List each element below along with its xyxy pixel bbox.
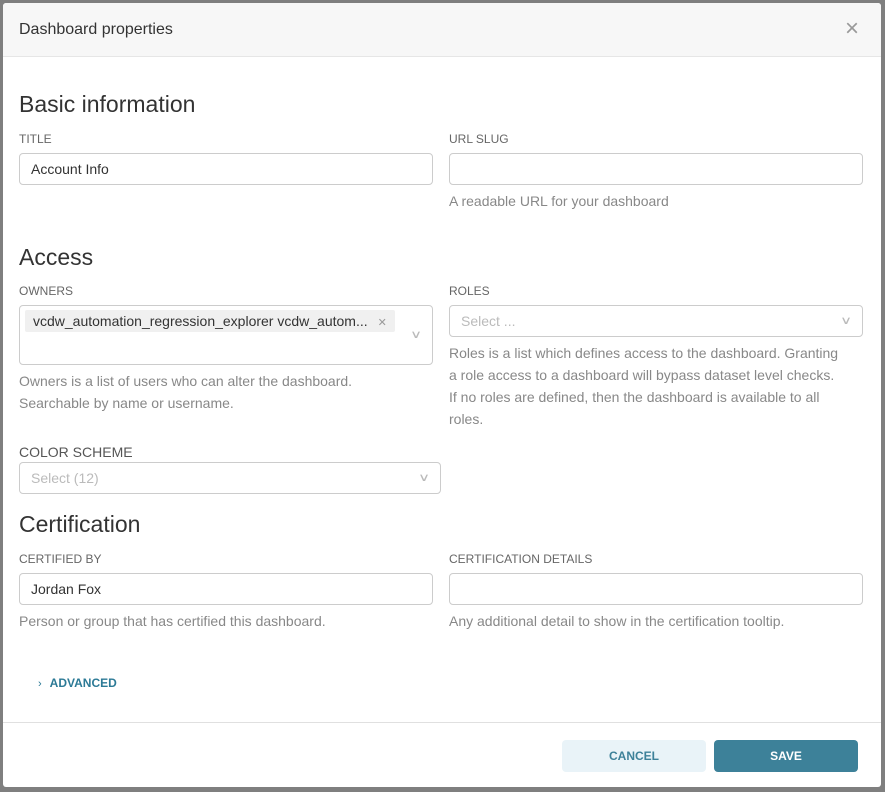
dashboard-properties-modal: Dashboard properties × Basic information…	[3, 3, 881, 787]
certification-details-label: CERTIFICATION DETAILS	[449, 552, 593, 566]
owners-help-line: Searchable by name or username.	[19, 395, 234, 411]
owners-help-line: Owners is a list of users who can alter …	[19, 373, 353, 389]
roles-help: Roles is a list which defines access to …	[449, 342, 838, 430]
chevron-down-icon: ∨	[417, 472, 431, 484]
certification-details-input[interactable]	[449, 573, 863, 605]
section-access: Access	[19, 244, 94, 270]
url-slug-label: URL SLUG	[449, 132, 509, 146]
remove-owner-icon[interactable]: ✕	[378, 317, 387, 329]
section-certification: Certification	[19, 511, 141, 537]
modal-header: Dashboard properties ×	[3, 3, 881, 57]
roles-select[interactable]: Select ... ∨	[449, 305, 863, 337]
certified-by-label: CERTIFIED BY	[19, 552, 102, 566]
roles-help-line: Roles is a list which defines access to …	[449, 345, 839, 361]
owner-tag: vcdw_automation_regression_explorer vcdw…	[25, 310, 395, 332]
cancel-button[interactable]: CANCEL	[562, 740, 706, 772]
certified-by-help: Person or group that has certified this …	[19, 613, 326, 629]
advanced-toggle[interactable]: › ADVANCED	[38, 674, 117, 692]
footer-divider	[3, 722, 881, 723]
roles-help-line: If no roles are defined, then the dashbo…	[449, 389, 820, 405]
color-scheme-placeholder: Select (12)	[31, 470, 99, 486]
roles-placeholder: Select ...	[461, 313, 516, 329]
color-scheme-select[interactable]: Select (12) ∨	[19, 462, 441, 494]
save-button[interactable]: SAVE	[714, 740, 858, 772]
chevron-down-icon: ∨	[839, 315, 853, 327]
advanced-label: ADVANCED	[49, 676, 117, 690]
certification-details-help: Any additional detail to show in the cer…	[449, 613, 785, 629]
owner-tag-label: vcdw_automation_regression_explorer vcdw…	[33, 313, 368, 329]
roles-label: ROLES	[449, 284, 490, 298]
roles-help-line: roles.	[449, 411, 484, 427]
modal-title: Dashboard properties	[19, 21, 173, 38]
color-scheme-label: COLOR SCHEME	[19, 444, 133, 460]
url-slug-help: A readable URL for your dashboard	[449, 193, 669, 209]
section-basic-information: Basic information	[19, 91, 196, 117]
url-slug-input[interactable]	[449, 153, 863, 185]
title-label: TITLE	[19, 132, 52, 146]
owners-label: OWNERS	[19, 284, 73, 298]
owners-select[interactable]: vcdw_automation_regression_explorer vcdw…	[19, 305, 433, 365]
owners-help: Owners is a list of users who can alter …	[19, 370, 352, 414]
title-input[interactable]: Account Info	[19, 153, 433, 185]
chevron-right-icon: ›	[38, 678, 42, 690]
chevron-down-icon: ∨	[409, 329, 423, 341]
certified-by-input[interactable]: Jordan Fox	[19, 573, 433, 605]
close-icon[interactable]: ×	[845, 17, 859, 41]
roles-help-line: a role access to a dashboard will bypass…	[449, 367, 835, 383]
